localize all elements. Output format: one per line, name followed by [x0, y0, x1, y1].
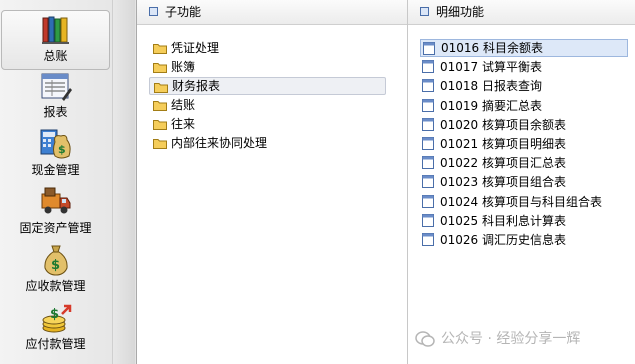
nav-label: 应收款管理 — [25, 279, 86, 293]
nav-item-general-ledger[interactable]: 总账 — [1, 10, 110, 70]
folder-icon — [153, 139, 167, 149]
function-code: 01021 — [440, 137, 479, 151]
watermark-text: 公众号 · 经验分享一辉 — [441, 331, 581, 347]
sub-function-label: 结账 — [171, 98, 196, 112]
nav-item-cash-management[interactable]: $ 现金管理 — [1, 128, 110, 182]
function-code: 01017 — [440, 60, 479, 75]
sub-function-header: 子功能 — [137, 0, 407, 25]
function-name: 核算项目汇总表 — [482, 156, 567, 171]
document-icon — [422, 213, 434, 227]
sub-function-label: 往来 — [171, 117, 196, 131]
truck-asset-icon — [41, 187, 70, 214]
detail-function-item[interactable]: 01023 核算项目组合表 — [420, 173, 566, 191]
function-code: 01025 — [440, 213, 479, 228]
function-code: 01016 — [441, 41, 480, 55]
document-icon — [423, 42, 435, 55]
sub-function-item[interactable]: 财务报表 — [149, 77, 386, 95]
coins-payable-icon: $ — [42, 304, 71, 333]
wechat-icon — [415, 331, 435, 347]
nav-label: 现金管理 — [31, 163, 80, 177]
sub-function-item[interactable]: 内部往来协同处理 — [149, 134, 273, 152]
cash-bag-calculator-icon: $ — [40, 129, 71, 159]
document-icon — [422, 194, 434, 208]
nav-item-reports[interactable]: 报表 — [1, 72, 110, 124]
module-navigation: 总账 报表 $ 现金管理 固定资产管理 $ 应收款管理 $ 应付款管理 — [0, 0, 137, 364]
detail-function-panel: 明细功能 01016 科目余额表 01017 试算平衡表 01018 日报表查询 01019… — [408, 0, 635, 364]
books-icon — [41, 16, 69, 44]
function-name: 摘要汇总表 — [482, 98, 543, 113]
detail-function-header: 明细功能 — [408, 0, 635, 25]
function-code: 01023 — [440, 175, 479, 190]
function-code: 01026 — [440, 233, 479, 247]
detail-function-item[interactable]: 01020 核算项目余额表 — [420, 116, 566, 134]
nav-item-receivables[interactable]: $ 应收款管理 — [1, 244, 110, 298]
money-bag-icon: $ — [43, 245, 68, 276]
sub-function-panel: 子功能 凭证处理账簿财务报表结账往来内部往来协同处理 — [137, 0, 408, 364]
function-code: 01024 — [440, 194, 479, 209]
watermark: 公众号 · 经验分享一辉 — [415, 329, 627, 349]
detail-function-item[interactable]: 01018 日报表查询 — [420, 77, 542, 95]
function-name: 日报表查询 — [482, 79, 543, 94]
nav-label: 总账 — [43, 49, 68, 63]
document-icon — [422, 98, 434, 112]
function-name: 科目利息计算表 — [482, 213, 567, 228]
header-square-icon — [149, 7, 158, 16]
nav-item-payables[interactable]: $ 应付款管理 — [1, 302, 110, 358]
sub-function-item[interactable]: 账簿 — [149, 58, 201, 76]
document-icon — [422, 79, 434, 93]
report-icon — [41, 73, 72, 101]
nav-scrollbar[interactable] — [112, 0, 135, 364]
function-code: 01019 — [440, 98, 479, 113]
sub-function-item[interactable]: 凭证处理 — [149, 39, 225, 57]
function-name: 核算项目与科目组合表 — [482, 194, 603, 209]
sub-function-item[interactable]: 往来 — [149, 115, 201, 133]
detail-function-item[interactable]: 01019 摘要汇总表 — [420, 97, 542, 115]
sub-function-title: 子功能 — [165, 5, 202, 19]
document-icon — [422, 60, 434, 74]
nav-label: 报表 — [43, 105, 68, 119]
document-icon — [422, 156, 434, 170]
folder-icon — [153, 63, 167, 73]
svg-text:$: $ — [50, 307, 59, 322]
function-name: 科目余额表 — [483, 41, 544, 55]
sub-function-item[interactable]: 结账 — [149, 96, 201, 114]
document-icon — [422, 117, 434, 131]
document-icon — [422, 233, 434, 246]
svg-text:$: $ — [51, 258, 60, 273]
function-name: 试算平衡表 — [482, 60, 543, 75]
function-code: 01018 — [440, 79, 479, 94]
function-name: 核算项目组合表 — [482, 175, 567, 190]
detail-function-item[interactable]: 01022 核算项目汇总表 — [420, 154, 566, 172]
function-name: 核算项目余额表 — [482, 117, 567, 132]
sub-function-label: 账簿 — [171, 60, 196, 74]
detail-function-item[interactable]: 01024 核算项目与科目组合表 — [420, 193, 602, 211]
detail-function-item[interactable]: 01017 试算平衡表 — [420, 58, 542, 76]
folder-icon — [153, 44, 167, 54]
document-icon — [422, 175, 434, 189]
nav-item-fixed-asset-management[interactable]: 固定资产管理 — [1, 186, 110, 240]
detail-function-item[interactable]: 01026 调汇历史信息表 — [420, 231, 566, 249]
detail-function-item[interactable]: 01025 科目利息计算表 — [420, 212, 566, 230]
nav-label: 应付款管理 — [25, 337, 86, 351]
svg-text:$: $ — [58, 143, 66, 156]
detail-function-item[interactable]: 01021 核算项目明细表 — [420, 135, 566, 153]
folder-icon — [153, 120, 167, 130]
function-name: 核算项目明细表 — [482, 137, 567, 151]
sub-function-label: 内部往来协同处理 — [171, 136, 268, 150]
detail-function-title: 明细功能 — [436, 5, 485, 19]
folder-icon — [154, 83, 168, 93]
function-name: 调汇历史信息表 — [482, 233, 567, 247]
header-square-icon — [420, 7, 429, 16]
sub-function-label: 凭证处理 — [171, 41, 220, 55]
document-icon — [422, 137, 434, 150]
nav-label: 固定资产管理 — [19, 221, 92, 235]
folder-icon — [153, 101, 167, 111]
sub-function-label: 财务报表 — [172, 79, 221, 93]
detail-function-item[interactable]: 01016 科目余额表 — [420, 39, 628, 57]
function-code: 01020 — [440, 117, 479, 132]
function-code: 01022 — [440, 156, 479, 171]
